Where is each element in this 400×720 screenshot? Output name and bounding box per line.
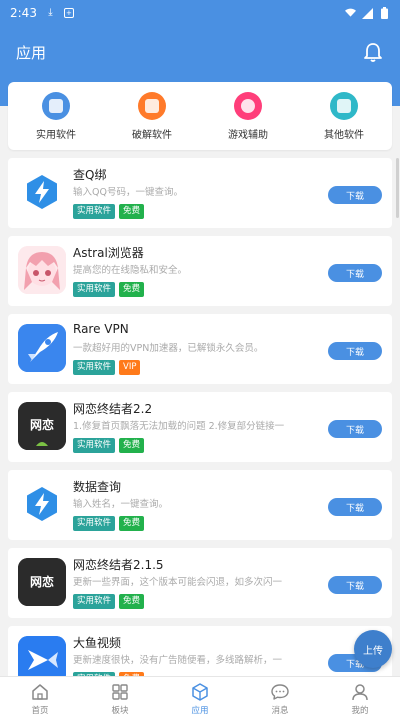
wanglian-app-icon: 网恋 <box>18 558 66 606</box>
download-button[interactable]: 下载 <box>328 576 382 594</box>
upload-button[interactable]: 上传 <box>354 630 392 668</box>
list-item[interactable]: Rare VPN 一款超好用的VPN加速器，已解锁永久会员。 实用软件 VIP … <box>8 314 392 384</box>
app-name: Rare VPN <box>73 322 129 336</box>
download-button[interactable]: 下载 <box>328 498 382 516</box>
home-icon <box>32 683 48 700</box>
lightning-app-icon <box>18 480 66 528</box>
app-name: 数据查询 <box>73 480 122 494</box>
category-utility[interactable]: 实用软件 <box>8 82 104 150</box>
app-name: 网恋终结者2.1.5 <box>73 558 164 572</box>
app-list: 查Q绑 输入QQ号码，一键查询。 实用软件 免费 下载 Astral浏览器 提高… <box>8 158 392 704</box>
download-button[interactable]: 下载 <box>328 342 382 360</box>
price-tag: 免费 <box>119 516 145 531</box>
signal-icon <box>362 7 373 19</box>
game-assist-category-icon <box>234 91 262 120</box>
battery-icon <box>379 7 390 19</box>
notification-status-icon: + <box>63 8 74 18</box>
anime-girl-app-icon <box>18 246 66 294</box>
list-item[interactable]: 查Q绑 输入QQ号码，一键查询。 实用软件 免费 下载 <box>8 158 392 228</box>
cracked-category-icon <box>138 91 166 120</box>
download-status-icon: ⤓ <box>48 7 53 18</box>
grid-icon <box>112 683 128 700</box>
app-name: 网恋终结者2.2 <box>73 402 153 416</box>
app-name: 查Q绑 <box>73 168 107 182</box>
other-category-icon <box>330 91 358 120</box>
status-bar: 2:43 ⤓ + <box>0 0 400 26</box>
category-tag: 实用软件 <box>73 360 116 375</box>
status-time: 2:43 <box>10 6 37 20</box>
category-other[interactable]: 其他软件 <box>296 82 392 150</box>
app-name: 大鱼视频 <box>73 636 122 650</box>
download-button[interactable]: 下载 <box>328 420 382 438</box>
category-tag: 实用软件 <box>73 594 116 609</box>
bell-icon[interactable] <box>362 41 384 63</box>
app-description: 更新一些界面，这个版本可能会闪退，如多次闪一 <box>73 577 283 588</box>
nav-home[interactable]: 首页 <box>0 677 80 720</box>
nav-label: 应用 <box>191 705 209 716</box>
category-tag: 实用软件 <box>73 516 116 531</box>
nav-label: 板块 <box>111 705 129 716</box>
app-description: 更新速度很快，没有广告随便看，多线路解析，一 <box>73 655 283 666</box>
nav-label: 消息 <box>271 705 289 716</box>
price-tag: 免费 <box>119 438 145 453</box>
rocket-app-icon <box>18 324 66 372</box>
cube-icon <box>192 682 208 701</box>
price-tag: 免费 <box>119 204 145 219</box>
bottom-nav: 首页 板块 应用 消息 我的 <box>0 676 400 720</box>
nav-apps[interactable]: 应用 <box>160 677 240 720</box>
app-description: 1.修复首页飘落无法加载的问题 2.修复部分链接一 <box>73 421 285 432</box>
chat-bubble-icon <box>271 683 289 700</box>
app-description: 一款超好用的VPN加速器，已解锁永久会员。 <box>73 343 264 354</box>
category-label: 破解软件 <box>132 129 172 141</box>
lightning-app-icon <box>18 168 66 216</box>
nav-profile[interactable]: 我的 <box>320 677 400 720</box>
nav-boards[interactable]: 板块 <box>80 677 160 720</box>
list-item[interactable]: 网恋 网恋终结者2.1.5 更新一些界面，这个版本可能会闪退，如多次闪一 实用软… <box>8 548 392 618</box>
vip-tag: VIP <box>119 360 141 375</box>
app-description: 提高您的在线隐私和安全。 <box>73 265 188 276</box>
icon-text: 网恋 <box>30 417 54 432</box>
list-item[interactable]: 网恋 网恋终结者2.2 1.修复首页飘落无法加载的问题 2.修复部分链接一 实用… <box>8 392 392 462</box>
user-icon <box>352 683 368 700</box>
category-tag: 实用软件 <box>73 282 116 297</box>
category-tag: 实用软件 <box>73 204 116 219</box>
category-label: 游戏辅助 <box>228 129 268 141</box>
download-button[interactable]: 下载 <box>328 264 382 282</box>
category-tag: 实用软件 <box>73 438 116 453</box>
category-cracked[interactable]: 破解软件 <box>104 82 200 150</box>
nav-label: 我的 <box>351 705 369 716</box>
wanglian-app-icon: 网恋 <box>18 402 66 450</box>
download-button[interactable]: 下载 <box>328 186 382 204</box>
page-title: 应用 <box>16 43 47 62</box>
price-tag: 免费 <box>119 282 145 297</box>
nav-label: 首页 <box>31 705 49 716</box>
scrollbar[interactable] <box>396 158 399 218</box>
category-card: 实用软件 破解软件 游戏辅助 其他软件 <box>8 82 392 150</box>
category-game-assist[interactable]: 游戏辅助 <box>200 82 296 150</box>
category-label: 实用软件 <box>36 129 76 141</box>
nav-messages[interactable]: 消息 <box>240 677 320 720</box>
list-item[interactable]: 数据查询 输入姓名，一键查询。 实用软件 免费 下载 <box>8 470 392 540</box>
utility-category-icon <box>42 91 70 120</box>
list-item[interactable]: Astral浏览器 提高您的在线隐私和安全。 实用软件 免费 下载 <box>8 236 392 306</box>
wifi-icon <box>345 8 356 19</box>
price-tag: 免费 <box>119 594 145 609</box>
category-label: 其他软件 <box>324 129 364 141</box>
app-description: 输入QQ号码，一键查询。 <box>73 187 183 198</box>
app-name: Astral浏览器 <box>73 246 144 260</box>
icon-text: 网恋 <box>30 574 54 589</box>
app-header: 应用 <box>0 26 400 78</box>
app-description: 输入姓名，一键查询。 <box>73 499 169 510</box>
